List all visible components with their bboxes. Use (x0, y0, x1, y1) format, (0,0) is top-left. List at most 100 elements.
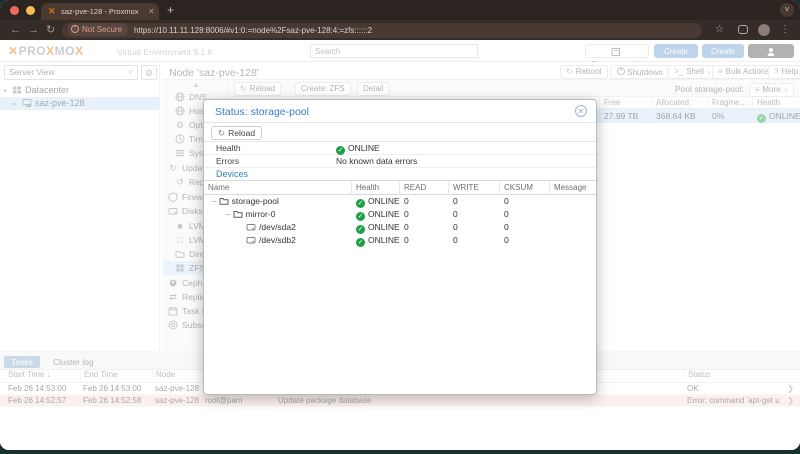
tab-close-icon[interactable]: × (149, 3, 154, 20)
device-row-mirror[interactable]: −mirror-0 ✓ONLINE 0 0 0 (204, 208, 596, 221)
window-close-button[interactable] (10, 6, 19, 15)
new-tab-button[interactable]: + (167, 2, 174, 19)
task-row-error[interactable]: Feb 26 14:52:57 Feb 26 14:52:58 saz-pve-… (0, 395, 800, 407)
search-input[interactable] (310, 44, 478, 58)
column-header-write[interactable]: WRITE (449, 181, 500, 195)
tree-settings-button[interactable]: ⚙ (141, 65, 157, 80)
pool-free: 27.99 TB (600, 109, 638, 123)
forward-icon[interactable]: → (28, 22, 39, 38)
device-row-sda2[interactable]: /dev/sda2 ✓ONLINE 0 0 0 (204, 221, 596, 234)
terminal-icon: >_ (674, 67, 683, 76)
column-header-message[interactable]: Message (550, 181, 596, 195)
scroll-up-icon[interactable]: ▲ (163, 82, 229, 89)
window-minimize-button[interactable] (26, 6, 35, 15)
side-panel-icon[interactable] (738, 25, 748, 34)
pool-health: ✓ONLINE (753, 109, 800, 123)
column-header-end-time[interactable]: End Time (80, 370, 148, 379)
dialog-title-bar[interactable]: Status: storage-pool ✕ (204, 100, 596, 123)
column-header-allocated[interactable]: Allocated (652, 97, 708, 109)
node-panel-header: Node 'saz-pve-128' ↻Reboot Shutdown >_Sh… (163, 62, 800, 80)
dialog-title: Status: storage-pool (215, 106, 309, 118)
check-icon: ✓ (356, 225, 365, 234)
column-header-node[interactable]: Node (152, 370, 198, 379)
column-header-health[interactable]: Health (753, 97, 800, 109)
pool-allocated: 368.64 KB (652, 109, 696, 123)
health-row: Health ✓ONLINE (204, 142, 596, 155)
tab-cluster-log[interactable]: Cluster log (46, 356, 101, 368)
documentation-button[interactable]: Documentation (585, 44, 649, 58)
tab-title: saz-pve-128 - Proxmox Virtu (61, 3, 139, 20)
calendar-icon (168, 306, 178, 316)
collapse-icon[interactable]: − (212, 197, 217, 206)
repo-icon: ↺ (175, 175, 185, 189)
shell-button[interactable]: >_Shell∨ (668, 65, 717, 79)
gear-icon: ⚙ (145, 68, 153, 78)
proxmox-favicon-icon: ✕ (48, 6, 56, 17)
check-icon: ✓ (757, 114, 766, 123)
gear-icon: ⚙ (175, 118, 185, 132)
detail-button[interactable]: Detail (357, 82, 389, 96)
pool-label: Pool storage-pool: (675, 84, 744, 94)
create-vm-button[interactable]: Create VM (654, 44, 698, 58)
disk-icon (168, 206, 178, 216)
power-icon (616, 66, 625, 75)
column-header-read[interactable]: READ (400, 181, 449, 195)
column-header-cksum[interactable]: CKSUM (500, 181, 550, 195)
close-icon[interactable]: ✕ (575, 105, 587, 117)
shield-icon (168, 192, 178, 202)
not-secure-badge[interactable]: !Not Secure (68, 23, 128, 36)
proxmox-logo-icon: ✕ (8, 44, 19, 58)
pve-header: ✕PROXMOX Virtual Environment 9.1.6 Docum… (0, 40, 800, 62)
reload-page-icon[interactable]: ↻ (46, 22, 55, 38)
disk-icon (246, 235, 256, 245)
create-zfs-button[interactable]: Create: ZFS (295, 82, 351, 96)
tab-search-button[interactable]: ˅ (780, 3, 794, 17)
arrows-icon: ⇄ (168, 290, 178, 304)
shutdown-button[interactable]: Shutdown (610, 65, 669, 79)
reboot-button[interactable]: ↻Reboot (560, 65, 608, 79)
device-row-pool[interactable]: −storage-pool ✓ONLINE 0 0 0 (204, 195, 596, 208)
proxmox-logo: ✕PROXMOX (8, 44, 83, 58)
pool-fragmentation: 0% (708, 109, 724, 123)
row-chevron-icon[interactable]: ❯ (787, 395, 794, 407)
globe-icon (175, 92, 185, 102)
column-header-status[interactable]: Status (684, 370, 776, 379)
grid-icon (175, 263, 185, 273)
back-icon[interactable]: ← (10, 22, 21, 38)
browser-tab-strip: ✕ saz-pve-128 - Proxmox Virtu × + ˅ (0, 0, 800, 20)
dialog-reload-button[interactable]: ↻Reload (211, 126, 262, 140)
column-header-health[interactable]: Health (352, 181, 400, 195)
caret-right-icon[interactable]: ▸ (10, 98, 20, 111)
globe-icon (175, 106, 185, 116)
devices-table-header: Name Health READ WRITE CKSUM Message (204, 181, 596, 195)
column-header-fragmentation[interactable]: Fragmentation (708, 97, 753, 109)
url-bar[interactable]: !Not Securehttps://10.11.11.128:8006/#v1… (62, 23, 702, 38)
column-header-name[interactable]: Name (204, 181, 352, 195)
row-chevron-icon[interactable]: ❯ (787, 383, 794, 395)
view-selector[interactable]: Server View∨ (4, 65, 138, 80)
devices-section-header: Devices (204, 167, 596, 181)
tree-item-node[interactable]: ▸saz-pve-128 (0, 97, 160, 110)
browser-window: ✕ saz-pve-128 - Proxmox Virtu × + ˅ ← → … (0, 0, 800, 450)
browser-profile-avatar[interactable] (758, 24, 770, 36)
help-button[interactable]: ?Help (768, 65, 800, 79)
user-icon (766, 47, 774, 56)
tree-item-datacenter[interactable]: ▾Datacenter (0, 84, 160, 97)
column-header-start-time[interactable]: Start Time ↓ (5, 370, 77, 379)
square-outline-icon: □ (175, 233, 185, 247)
device-row-sdb2[interactable]: /dev/sdb2 ✓ONLINE 0 0 0 (204, 234, 596, 247)
ceph-icon (168, 278, 178, 288)
column-header-free[interactable]: Free (600, 97, 652, 109)
proxmox-app: ✕PROXMOX Virtual Environment 9.1.6 Docum… (0, 40, 800, 450)
create-ct-button[interactable]: Create CT (702, 44, 744, 58)
square-filled-icon: ■ (175, 219, 185, 233)
zfs-reload-button[interactable]: ↻Reload (234, 82, 281, 96)
collapse-icon[interactable]: − (226, 210, 231, 219)
tab-tasks[interactable]: Tasks (4, 356, 40, 368)
folder-icon (175, 249, 185, 259)
more-button[interactable]: ≡More∨ (749, 83, 794, 97)
bookmark-star-icon[interactable]: ☆ (715, 22, 724, 38)
user-menu-button[interactable]: root@pam ∨ (748, 44, 794, 58)
browser-menu-icon[interactable]: ⋮ (780, 22, 790, 38)
browser-tab[interactable]: ✕ saz-pve-128 - Proxmox Virtu × (41, 3, 159, 20)
